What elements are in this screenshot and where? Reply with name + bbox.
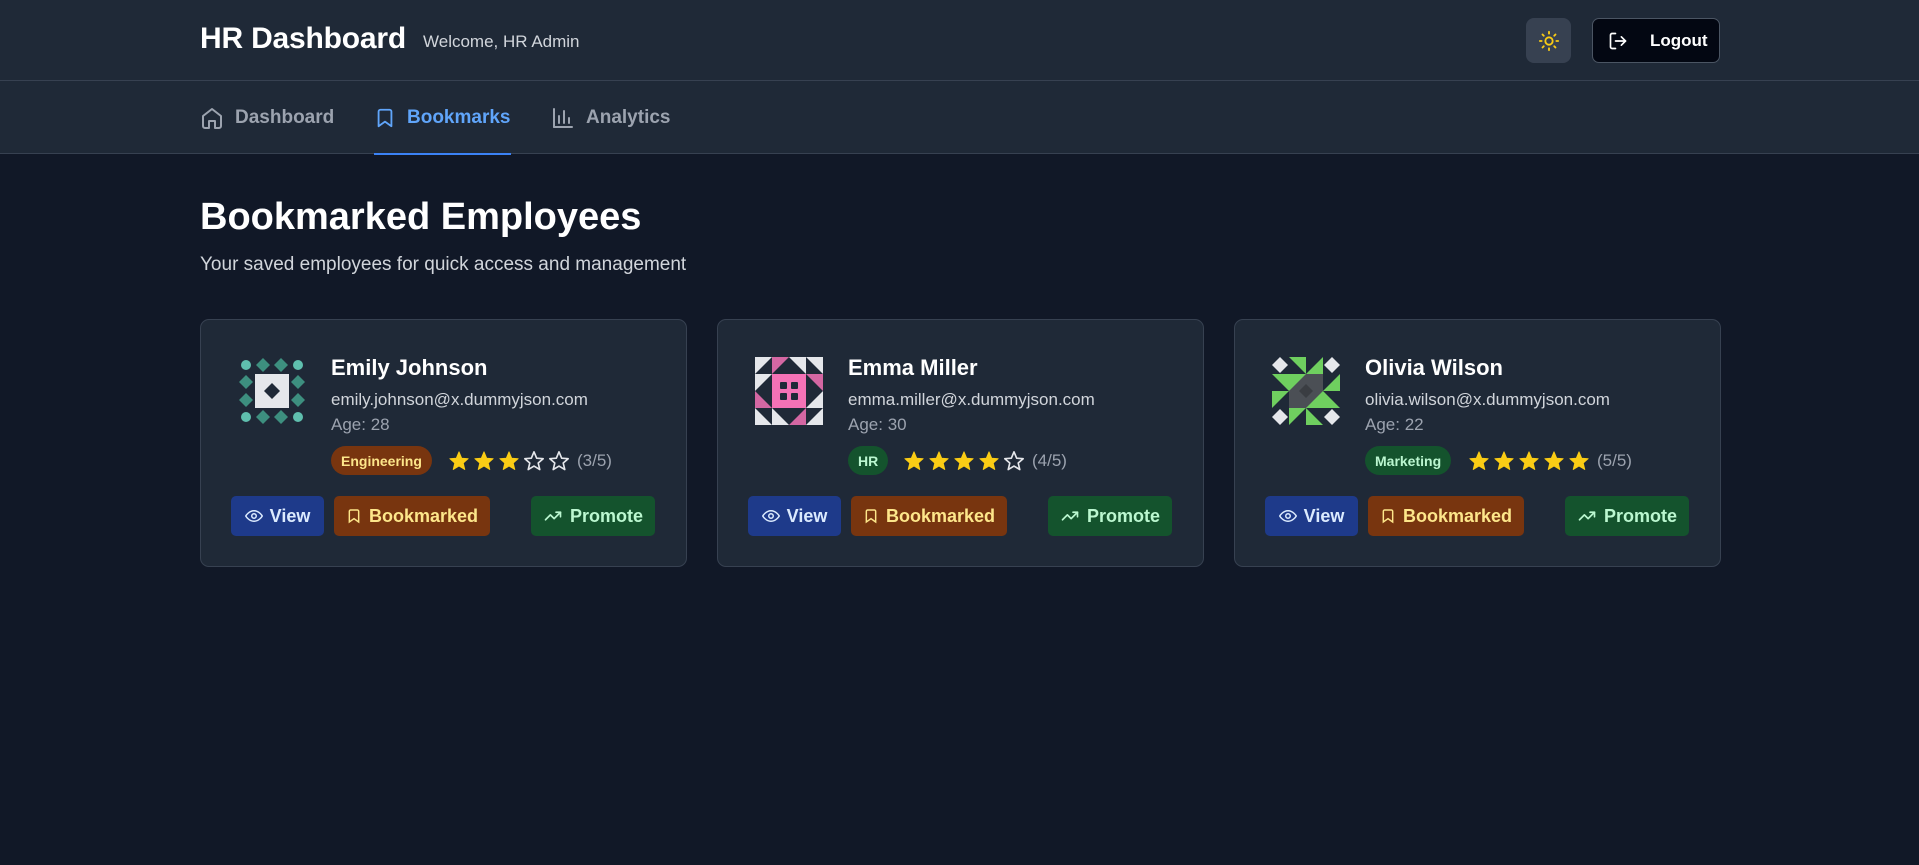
employee-name: Emma Miller <box>848 355 978 380</box>
theme-toggle-button[interactable] <box>1526 18 1571 63</box>
employee-card: Emma Miller emma.miller@x.dummyjson.com … <box>717 319 1204 567</box>
rating-text: (4/5) <box>1032 451 1067 470</box>
promote-button[interactable]: Promote <box>1565 496 1689 536</box>
promote-label: Promote <box>1086 505 1160 526</box>
tab-bookmarks[interactable]: Bookmarks <box>374 81 511 155</box>
star-filled-icon <box>474 451 494 470</box>
star-filled-icon <box>499 451 519 470</box>
employee-email: olivia.wilson@x.dummyjson.com <box>1365 390 1610 409</box>
employee-email: emily.johnson@x.dummyjson.com <box>331 390 588 409</box>
trending-up-icon <box>1578 511 1596 521</box>
view-label: View <box>1303 505 1345 526</box>
employee-age: Age: 22 <box>1365 415 1424 434</box>
bookmark-label: Bookmarked <box>885 505 996 526</box>
star-filled-icon <box>929 451 949 470</box>
star-filled-icon <box>904 451 924 470</box>
bookmark-icon <box>377 108 393 127</box>
main-nav: Dashboard Bookmarks Analytics <box>0 81 1919 155</box>
rating-stars: (5/5) <box>1468 450 1632 472</box>
tab-analytics[interactable]: Analytics <box>551 81 670 154</box>
employee-name: Emily Johnson <box>331 355 488 380</box>
avatar <box>238 357 306 425</box>
bookmark-button[interactable]: Bookmarked <box>334 496 490 536</box>
promote-button[interactable]: Promote <box>531 496 655 536</box>
avatar <box>755 357 823 425</box>
view-label: View <box>269 505 311 526</box>
page-subtitle: Your saved employees for quick access an… <box>200 254 687 275</box>
bookmarked-employees-grid: Emily Johnson emily.johnson@x.dummyjson.… <box>200 319 1721 567</box>
department-badge: Marketing <box>1365 446 1452 475</box>
star-empty-icon <box>549 451 569 471</box>
star-empty-icon <box>1004 451 1024 471</box>
bookmark-label: Bookmarked <box>368 505 479 526</box>
logout-button[interactable]: Logout <box>1592 18 1720 63</box>
rating-stars: (4/5) <box>903 450 1067 472</box>
promote-label: Promote <box>1603 505 1677 526</box>
app-title: HR Dashboard <box>200 22 406 55</box>
trending-up-icon <box>544 511 562 521</box>
logout-icon <box>1609 32 1627 49</box>
star-filled-icon <box>1519 451 1539 470</box>
promote-label: Promote <box>569 505 643 526</box>
department-badge: Engineering <box>331 446 432 475</box>
bookmark-button[interactable]: Bookmarked <box>1368 496 1524 536</box>
home-icon <box>202 107 222 129</box>
employee-card: Emily Johnson emily.johnson@x.dummyjson.… <box>200 319 687 567</box>
sun-icon <box>1538 30 1559 51</box>
tab-dashboard[interactable]: Dashboard <box>200 81 334 154</box>
top-header: HR Dashboard Welcome, HR Admin Logout <box>0 0 1919 81</box>
star-filled-icon <box>1494 451 1514 470</box>
eye-icon <box>761 509 780 523</box>
tab-label: Analytics <box>586 106 671 128</box>
star-empty-icon <box>524 451 544 471</box>
star-filled-icon <box>1569 451 1589 470</box>
logout-label: Logout <box>1650 30 1708 50</box>
eye-icon <box>1278 509 1297 523</box>
employee-age: Age: 28 <box>331 415 390 434</box>
bookmark-icon <box>1382 509 1394 524</box>
tab-label: Bookmarks <box>407 106 511 128</box>
page-title: Bookmarked Employees <box>200 196 642 238</box>
bar-chart-icon <box>553 107 573 128</box>
star-filled-icon <box>1544 451 1564 470</box>
view-button[interactable]: View <box>231 496 324 536</box>
bookmark-button[interactable]: Bookmarked <box>851 496 1007 536</box>
rating-stars: (3/5) <box>448 450 612 472</box>
rating-text: (3/5) <box>577 451 612 470</box>
view-button[interactable]: View <box>1265 496 1358 536</box>
tab-label: Dashboard <box>235 106 335 128</box>
bookmark-label: Bookmarked <box>1402 505 1513 526</box>
employee-email: emma.miller@x.dummyjson.com <box>848 390 1095 409</box>
eye-icon <box>244 509 263 523</box>
view-label: View <box>786 505 828 526</box>
avatar <box>1272 357 1340 425</box>
rating-text: (5/5) <box>1597 451 1632 470</box>
employee-card: Olivia Wilson olivia.wilson@x.dummyjson.… <box>1234 319 1721 567</box>
trending-up-icon <box>1061 511 1079 521</box>
bookmark-icon <box>348 509 360 524</box>
employee-age: Age: 30 <box>848 415 907 434</box>
star-filled-icon <box>954 451 974 470</box>
star-filled-icon <box>1469 451 1489 470</box>
star-filled-icon <box>979 451 999 470</box>
employee-name: Olivia Wilson <box>1365 355 1503 380</box>
welcome-text: Welcome, HR Admin <box>423 32 580 51</box>
view-button[interactable]: View <box>748 496 841 536</box>
department-badge: HR <box>848 446 889 475</box>
promote-button[interactable]: Promote <box>1048 496 1172 536</box>
star-filled-icon <box>449 451 469 470</box>
bookmark-icon <box>865 509 877 524</box>
